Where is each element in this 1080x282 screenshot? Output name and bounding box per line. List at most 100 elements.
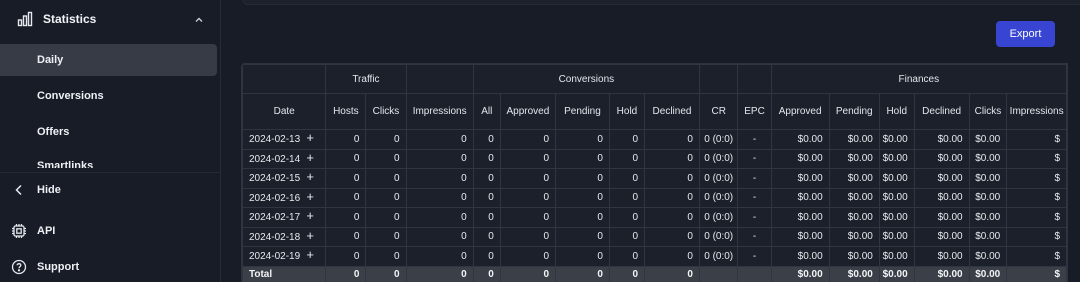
chip-icon (11, 223, 27, 239)
column-header[interactable]: Pending (555, 93, 610, 130)
sidebar-item-offers[interactable]: Offers (0, 116, 217, 148)
table-cell: 0 (644, 246, 700, 267)
table-row: 2024-02-13 +0 0 0 0 0 0 0 0 0 (0:0) - $0.00 $0.00 $0.… (242, 129, 1067, 150)
table-cell: 0 (555, 246, 610, 267)
sidebar-item-conversions[interactable]: Conversions (0, 80, 217, 112)
table-cell: $0.00 (878, 226, 915, 247)
column-header[interactable]: Declined (644, 93, 700, 130)
table-cell: 0 (608, 265, 646, 282)
column-header[interactable]: All (472, 93, 501, 130)
table-cell: $0.00 (968, 168, 1008, 189)
group-header-empty (405, 64, 474, 94)
date-label: 2024-02-17 (249, 212, 301, 224)
total-label-cell: Total (242, 265, 327, 282)
sidebar: Statistics Daily Conversions Offers Smar… (0, 0, 221, 282)
table-cell: $0.00 (770, 187, 830, 208)
table-cell (737, 265, 772, 282)
table-row: 2024-02-17 +0 0 0 0 0 0 0 0 0 (0:0) - $0.00 $0.00 $0.… (242, 207, 1067, 228)
sidebar-section-label: Statistics (43, 12, 97, 26)
sidebar-section-statistics[interactable]: Statistics (0, 0, 221, 40)
column-header[interactable]: Impressions (405, 93, 474, 130)
column-header[interactable]: Approved (499, 93, 557, 130)
plus-icon[interactable]: + (305, 209, 315, 222)
plus-icon[interactable]: + (305, 170, 315, 183)
table-cell: $0.00 (913, 129, 970, 150)
api-label: API (37, 225, 56, 237)
table-cell: 0 (472, 129, 501, 150)
table-cell: $0.00 (968, 129, 1008, 150)
group-header-empty (737, 64, 772, 94)
table-cell: 0 (499, 187, 557, 208)
table-cell: 0 (325, 129, 367, 150)
column-header[interactable]: Pending (828, 93, 880, 130)
table-cell: $0.00 (770, 246, 830, 267)
table-cell: - (737, 187, 772, 208)
column-header[interactable]: CR (698, 93, 739, 130)
table-cell: $ (1006, 187, 1067, 208)
table-cell: 0 (0:0) (698, 148, 739, 169)
sidebar-item-daily[interactable]: Daily (0, 44, 217, 76)
table-row: 2024-02-19 +0 0 0 0 0 0 0 0 0 (0:0) - $0.00 $0.00 $0.… (242, 246, 1067, 267)
plus-icon[interactable]: + (305, 151, 315, 164)
hide-sidebar-button[interactable]: Hide (0, 179, 221, 203)
sidebar-divider (0, 172, 221, 173)
table-cell: 0 (608, 187, 646, 208)
table-cell: 0 (0:0) (698, 226, 739, 247)
table-cell: $0.00 (913, 265, 970, 282)
total-row: Total 0 0 0 0 0 0 0 0 $0.00 $0.00 $0.00 $0.00 $0.00 $ (242, 265, 1067, 282)
table-column-header-row: Date Hosts Clicks Impressions All Approved Pen… (242, 93, 1067, 130)
table-cell: $0.00 (878, 187, 915, 208)
column-header[interactable]: EPC (737, 93, 772, 130)
table-cell: $0.00 (770, 148, 830, 169)
table-cell: 0 (472, 148, 501, 169)
date-cell: 2024-02-17 + (242, 207, 327, 228)
table-cell: 0 (499, 226, 557, 247)
table-cell: 0 (365, 187, 407, 208)
date-cell: 2024-02-18 + (242, 226, 327, 247)
plus-icon[interactable]: + (305, 248, 315, 261)
table-cell: 0 (0:0) (698, 129, 739, 150)
table-cell: $0.00 (913, 187, 970, 208)
table-cell: 0 (555, 148, 610, 169)
table-cell: 0 (472, 265, 501, 282)
export-button[interactable]: Export (996, 21, 1055, 47)
table-cell: 0 (644, 226, 700, 247)
column-header[interactable]: Hold (608, 93, 646, 130)
table-cell: - (737, 207, 772, 228)
table-cell: $0.00 (968, 207, 1008, 228)
group-header-empty (698, 64, 739, 94)
table-cell: 0 (405, 207, 474, 228)
plus-icon[interactable]: + (305, 131, 315, 144)
table-cell: 0 (325, 246, 367, 267)
date-cell: 2024-02-15 + (242, 168, 327, 189)
plus-icon[interactable]: + (305, 190, 315, 203)
table-cell: 0 (405, 187, 474, 208)
table-cell: 0 (608, 207, 646, 228)
sidebar-item-smartlinks[interactable]: Smartlinks (0, 156, 217, 168)
group-header-empty (242, 64, 327, 94)
plus-icon[interactable]: + (305, 229, 315, 242)
sidebar-item-api[interactable]: API (0, 220, 221, 244)
table-cell: 0 (644, 207, 700, 228)
chevron-up-icon[interactable] (193, 13, 205, 25)
column-header[interactable]: Date (242, 93, 327, 130)
column-header[interactable]: Clicks (968, 93, 1008, 130)
sidebar-item-support[interactable]: Support (0, 256, 221, 280)
date-label: 2024-02-15 (249, 173, 301, 185)
table-cell: $0.00 (828, 148, 880, 169)
column-header[interactable]: Hosts (325, 93, 367, 130)
column-header[interactable]: Approved (770, 93, 830, 130)
table-cell: $0.00 (878, 265, 915, 282)
table-cell: - (737, 168, 772, 189)
column-header[interactable]: Impressions (1006, 93, 1067, 130)
column-header[interactable]: Hold (878, 93, 915, 130)
table-cell: 0 (472, 168, 501, 189)
column-header[interactable]: Declined (913, 93, 970, 130)
column-header[interactable]: Clicks (365, 93, 407, 130)
table-cell: 0 (644, 148, 700, 169)
table-cell: - (737, 129, 772, 150)
group-header-conversions: Conversions (472, 64, 700, 94)
table-cell: 0 (555, 129, 610, 150)
table-cell: $0.00 (828, 246, 880, 267)
table-cell: $0.00 (913, 226, 970, 247)
